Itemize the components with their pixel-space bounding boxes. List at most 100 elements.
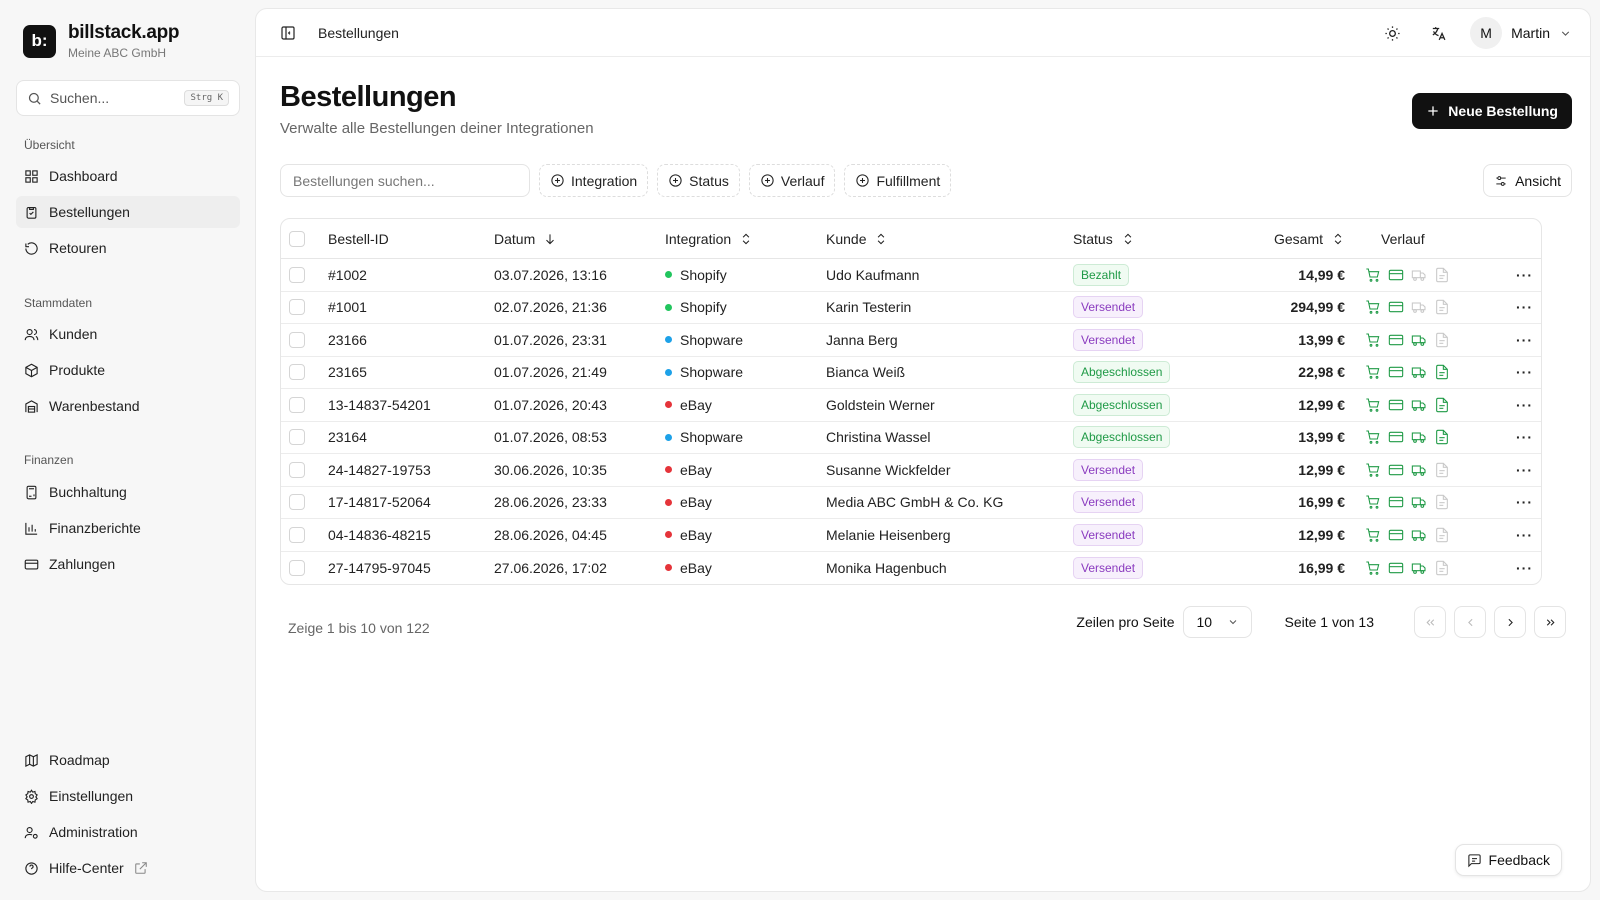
row-checkbox[interactable] xyxy=(289,364,305,381)
order-id[interactable]: 13-14837-54201 xyxy=(328,397,494,413)
table-row[interactable]: 17-14817-52064 28.06.2026, 23:33 eBay Media… xyxy=(281,487,1541,519)
header-status[interactable]: Status xyxy=(1073,231,1203,247)
table-row[interactable]: 13-14837-54201 01.07.2026, 20:43 eBay Golds… xyxy=(281,389,1541,422)
row-checkbox[interactable] xyxy=(289,429,305,446)
header-customer[interactable]: Kunde xyxy=(826,231,1073,247)
row-checkbox[interactable] xyxy=(289,559,305,576)
order-id[interactable]: 24-14827-19753 xyxy=(328,462,494,478)
brand[interactable]: b: billstack.app Meine ABC GmbH xyxy=(23,22,180,60)
row-checkbox[interactable] xyxy=(289,266,305,283)
sidebar-item-zahlungen[interactable]: Zahlungen xyxy=(16,548,240,580)
sidebar-item-dashboard[interactable]: Dashboard xyxy=(16,160,240,192)
header-label: Integration xyxy=(665,230,732,247)
order-total: 22,98 € xyxy=(1298,364,1345,381)
header-id[interactable]: Bestell-ID xyxy=(328,231,494,247)
user-menu[interactable]: M Martin xyxy=(1470,17,1572,49)
filter-fulfillment[interactable]: Fulfillment xyxy=(844,164,952,197)
sidebar-item-hilfe-center[interactable]: Hilfe-Center xyxy=(16,852,240,884)
table-row[interactable]: 04-14836-48215 28.06.2026, 04:45 eBay Melan… xyxy=(281,519,1541,552)
row-actions-button[interactable]: ··· xyxy=(1475,397,1541,413)
header-total[interactable]: Gesamt xyxy=(1203,231,1345,247)
chevrons-left-icon xyxy=(1425,618,1434,626)
credit-card-icon xyxy=(24,559,39,569)
row-actions-button[interactable]: ··· xyxy=(1475,267,1541,283)
rows-per-page-select[interactable]: 10 xyxy=(1183,606,1253,638)
next-page-button[interactable] xyxy=(1494,606,1526,638)
order-id[interactable]: 27-14795-97045 xyxy=(328,560,494,576)
feedback-button[interactable]: Feedback xyxy=(1454,844,1562,876)
row-actions-button[interactable]: ··· xyxy=(1475,560,1541,576)
order-id[interactable]: 23164 xyxy=(328,429,494,445)
company-name: Meine ABC GmbH xyxy=(68,46,167,60)
last-page-button[interactable] xyxy=(1534,606,1566,638)
grid-icon xyxy=(25,169,38,183)
sidebar-item-buchhaltung[interactable]: Buchhaltung xyxy=(16,476,240,508)
header-history: Verlauf xyxy=(1345,231,1475,247)
row-checkbox[interactable] xyxy=(289,331,305,348)
row-actions-button[interactable]: ··· xyxy=(1475,429,1541,445)
cart-icon xyxy=(1366,463,1380,477)
sidebar-item-produkte[interactable]: Produkte xyxy=(16,354,240,386)
sidebar-item-retouren[interactable]: Retouren xyxy=(16,232,240,264)
row-checkbox[interactable] xyxy=(289,396,305,413)
view-options-button[interactable]: Ansicht xyxy=(1483,164,1572,197)
table-row[interactable]: 24-14827-19753 30.06.2026, 10:35 eBay Susan… xyxy=(281,454,1541,487)
filter-status[interactable]: Status xyxy=(657,164,740,197)
header-date[interactable]: Datum xyxy=(494,231,665,247)
table-row[interactable]: #1002 03.07.2026, 13:16 Shopify Udo Kaufman… xyxy=(281,259,1541,292)
order-history xyxy=(1345,364,1475,380)
sidebar-item-einstellungen[interactable]: Einstellungen xyxy=(16,780,240,812)
breadcrumb[interactable]: Bestellungen xyxy=(318,25,399,41)
order-id[interactable]: #1001 xyxy=(328,299,494,315)
row-actions-button[interactable]: ··· xyxy=(1475,299,1541,315)
table-row[interactable]: 27-14795-97045 27.06.2026, 17:02 eBay Monik… xyxy=(281,552,1541,585)
sidebar-item-warenbestand[interactable]: Warenbestand xyxy=(16,390,240,422)
order-id[interactable]: 23165 xyxy=(328,364,494,380)
sidebar-search[interactable]: Suchen... Strg K xyxy=(16,80,240,116)
order-id[interactable]: 23166 xyxy=(328,332,494,348)
row-checkbox[interactable] xyxy=(289,494,305,511)
row-actions-button[interactable]: ··· xyxy=(1475,462,1541,478)
table-row[interactable]: 23165 01.07.2026, 21:49 Shopware Bianca Wei… xyxy=(281,357,1541,389)
order-integration: eBay xyxy=(665,462,826,478)
sidebar-toggle-button[interactable] xyxy=(274,19,302,47)
row-actions-button[interactable]: ··· xyxy=(1475,364,1541,380)
row-actions-button[interactable]: ··· xyxy=(1475,527,1541,543)
page-title: Bestellungen xyxy=(280,81,457,113)
prev-page-button[interactable] xyxy=(1454,606,1486,638)
order-id[interactable]: 04-14836-48215 xyxy=(328,527,494,543)
table-row[interactable]: 23164 01.07.2026, 08:53 Shopware Christina … xyxy=(281,422,1541,454)
sidebar-item-administration[interactable]: Administration xyxy=(16,816,240,848)
row-checkbox[interactable] xyxy=(289,299,305,316)
integration-label: Shopware xyxy=(680,429,744,446)
sidebar-item-label: Kunden xyxy=(49,326,98,342)
row-checkbox[interactable] xyxy=(289,526,305,543)
row-checkbox[interactable] xyxy=(289,461,305,478)
order-id[interactable]: 17-14817-52064 xyxy=(328,494,494,510)
filter-verlauf[interactable]: Verlauf xyxy=(748,164,836,197)
truck-icon xyxy=(1411,465,1426,476)
search-shortcut: Strg K xyxy=(184,90,229,106)
select-all-checkbox[interactable] xyxy=(289,230,305,247)
language-button[interactable] xyxy=(1424,19,1452,47)
row-actions-button[interactable]: ··· xyxy=(1475,494,1541,510)
new-order-button[interactable]: Neue Bestellung xyxy=(1412,93,1572,129)
integration-label: eBay xyxy=(680,494,712,511)
order-date: 30.06.2026, 10:35 xyxy=(494,461,607,478)
sidebar-item-kunden[interactable]: Kunden xyxy=(16,318,240,350)
theme-toggle-button[interactable] xyxy=(1378,19,1406,47)
table-row[interactable]: #1001 02.07.2026, 21:36 Shopify Karin Teste… xyxy=(281,292,1541,324)
sidebar-item-bestellungen[interactable]: Bestellungen xyxy=(16,196,240,228)
sidebar-item-roadmap[interactable]: Roadmap xyxy=(16,744,240,776)
row-actions-button[interactable]: ··· xyxy=(1475,332,1541,348)
order-search-input[interactable]: Bestellungen suchen... xyxy=(280,164,530,197)
sliders-icon xyxy=(1496,175,1506,186)
header-label: Bestell-ID xyxy=(328,230,389,247)
header-integration[interactable]: Integration xyxy=(665,231,826,247)
table-row[interactable]: 23166 01.07.2026, 23:31 Shopware Janna Berg… xyxy=(281,324,1541,357)
filter-integration[interactable]: Integration xyxy=(539,164,649,197)
order-id[interactable]: #1002 xyxy=(328,267,494,283)
first-page-button[interactable] xyxy=(1414,606,1446,638)
sidebar-item-finanzberichte[interactable]: Finanzberichte xyxy=(16,512,240,544)
plus-circle-icon xyxy=(856,174,870,187)
